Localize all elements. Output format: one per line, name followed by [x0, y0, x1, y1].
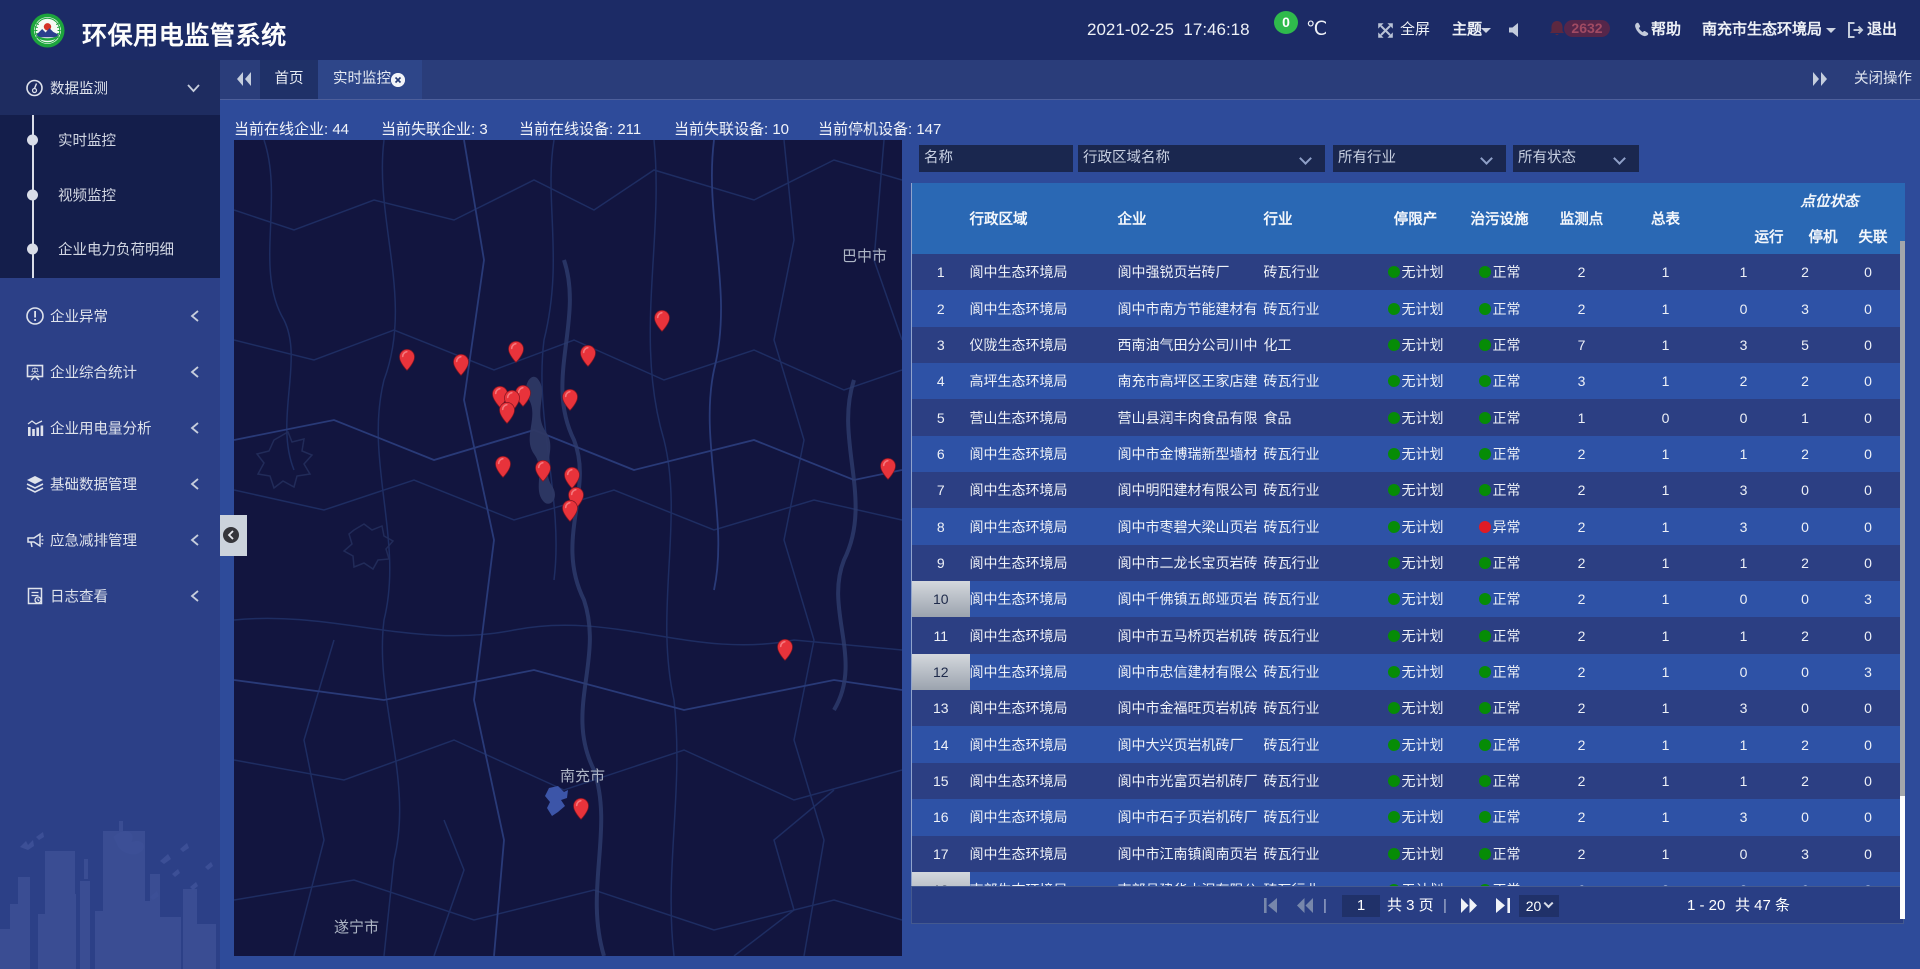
svg-text:遂宁市: 遂宁市	[334, 919, 379, 936]
svg-text:巴中市: 巴中市	[842, 248, 887, 265]
svg-text:央: 央	[31, 366, 39, 376]
svg-text:南充市: 南充市	[560, 768, 605, 785]
